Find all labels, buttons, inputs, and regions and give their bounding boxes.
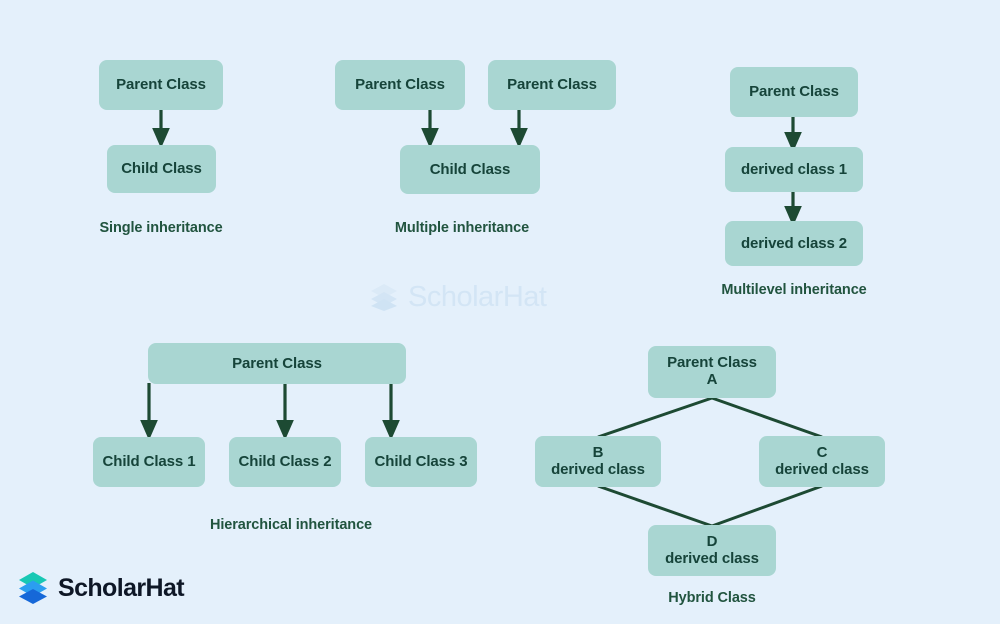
- caption-multiple-inheritance: Multiple inheritance: [394, 220, 530, 236]
- node-single-parent[interactable]: Parent Class: [99, 60, 223, 110]
- edge-hybrid-a-to-b: [597, 396, 713, 439]
- node-label-line1: B: [592, 443, 604, 461]
- node-hybrid-derived-c[interactable]: C derived class: [759, 436, 885, 487]
- caption-hierarchical-inheritance: Hierarchical inheritance: [209, 517, 372, 533]
- node-label-line1: C: [816, 443, 828, 461]
- node-multilevel-derived-2[interactable]: derived class 2: [725, 221, 863, 266]
- watermark-text: ScholarHat: [408, 280, 547, 313]
- node-label: Parent Class: [232, 354, 322, 372]
- node-multiple-child[interactable]: Child Class: [400, 145, 540, 194]
- node-hierarchical-child-3[interactable]: Child Class 3: [365, 437, 477, 487]
- node-label-line2: A: [706, 371, 718, 388]
- node-hierarchical-child-2[interactable]: Child Class 2: [229, 437, 341, 487]
- node-label: Parent Class: [749, 83, 839, 101]
- node-multilevel-parent[interactable]: Parent Class: [730, 67, 858, 117]
- node-label: derived class 2: [740, 234, 848, 252]
- node-label: Child Class 3: [374, 453, 468, 471]
- brand-text: ScholarHat: [58, 573, 185, 602]
- node-label-line1: Parent Class: [667, 354, 757, 372]
- caption-single-inheritance: Single inheritance: [99, 220, 223, 236]
- node-multiple-parent-2[interactable]: Parent Class: [488, 60, 616, 110]
- node-single-child[interactable]: Child Class: [107, 145, 216, 193]
- node-label-line2: derived class: [665, 549, 759, 567]
- node-label: derived class 1: [740, 160, 848, 178]
- node-hierarchical-parent[interactable]: Parent Class: [148, 343, 406, 384]
- node-hybrid-derived-d[interactable]: D derived class: [648, 525, 776, 576]
- diagram-canvas: Parent Class Child Class Single inherita…: [0, 0, 1000, 624]
- node-hybrid-derived-b[interactable]: B derived class: [535, 436, 661, 487]
- layers-icon: [19, 572, 47, 604]
- scholarhat-watermark: ScholarHat: [367, 276, 552, 318]
- node-label-line2: derived class: [775, 460, 869, 478]
- scholarhat-logo[interactable]: ScholarHat: [16, 568, 185, 608]
- node-label: Child Class 1: [102, 453, 196, 471]
- edge-hybrid-c-to-d: [711, 484, 823, 528]
- node-label-line1: D: [706, 532, 718, 550]
- node-label: Child Class: [429, 160, 511, 178]
- node-multiple-parent-1[interactable]: Parent Class: [335, 60, 465, 110]
- node-label: Child Class 2: [238, 453, 332, 471]
- node-label: Parent Class: [507, 76, 597, 94]
- layers-icon: [371, 284, 397, 311]
- node-multilevel-derived-1[interactable]: derived class 1: [725, 147, 863, 192]
- node-hybrid-parent-a[interactable]: Parent Class A: [648, 346, 776, 398]
- caption-multilevel-inheritance: Multilevel inheritance: [721, 282, 867, 298]
- node-label: Parent Class: [116, 76, 206, 94]
- edge-hybrid-a-to-c: [711, 396, 823, 439]
- node-label-line2: derived class: [551, 460, 645, 478]
- node-label: Child Class: [121, 160, 202, 178]
- edge-hybrid-b-to-d: [597, 484, 713, 528]
- node-hierarchical-child-1[interactable]: Child Class 1: [93, 437, 205, 487]
- node-label: Parent Class: [355, 76, 445, 94]
- caption-hybrid-inheritance: Hybrid Class: [668, 590, 756, 606]
